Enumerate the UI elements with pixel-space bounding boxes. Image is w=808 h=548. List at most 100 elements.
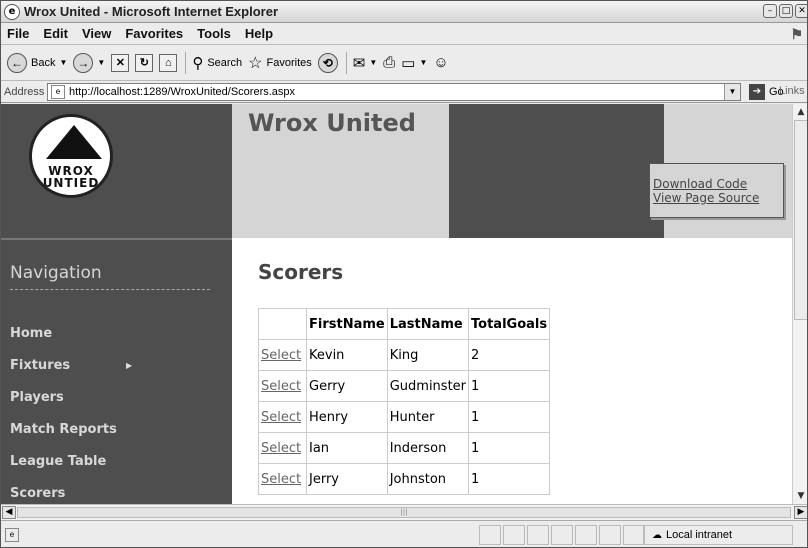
status-panes (479, 525, 645, 545)
cell-firstname: Gerry (306, 370, 388, 402)
menu-view[interactable]: View (75, 26, 118, 41)
messenger-button[interactable]: ☺ (433, 54, 448, 71)
favorites-button[interactable]: ☆ Favorites (248, 53, 312, 73)
mail-button[interactable]: ✉ ▼ (353, 54, 378, 72)
logo-emblem (46, 125, 102, 159)
nav-item-league-table[interactable]: League Table (10, 454, 106, 469)
menu-favorites[interactable]: Favorites (118, 26, 190, 41)
scroll-up-icon[interactable]: ▲ (794, 105, 807, 119)
table-row: Select Kevin King 2 (258, 339, 551, 371)
dropdown-arrow-icon: ▼ (59, 58, 68, 67)
ie-logo-icon: e (4, 3, 20, 20)
edit-icon: ▭ (401, 54, 416, 72)
back-button[interactable]: ← Back ▼ (7, 52, 68, 73)
links-button[interactable]: Links (779, 85, 805, 97)
column-header-firstname: FirstName (306, 308, 388, 340)
maximize-icon[interactable]: □ (779, 4, 793, 18)
logo-area: WROX UNTIED (1, 104, 232, 238)
view-source-link[interactable]: View Page Source (653, 191, 783, 205)
table-row: Select Ian Inderson 1 (258, 432, 551, 464)
vertical-scrollbar[interactable]: ▲ ▼ (792, 104, 807, 504)
refresh-button[interactable]: ↻ (135, 53, 154, 72)
status-bar: e ☁ Local intranet (1, 520, 807, 547)
menu-edit[interactable]: Edit (36, 26, 75, 41)
page-title: Scorers (258, 260, 344, 284)
home-button[interactable]: ⌂ (159, 53, 178, 72)
select-link[interactable]: Select (258, 370, 307, 402)
address-dropdown-icon[interactable]: ▼ (724, 84, 740, 100)
security-zone[interactable]: ☁ Local intranet (643, 525, 793, 545)
scroll-thumb[interactable] (794, 120, 807, 320)
status-pane (551, 525, 573, 545)
search-button[interactable]: ⚲ Search (192, 54, 242, 72)
scroll-left-icon[interactable]: ◀ (2, 506, 16, 519)
search-icon: ⚲ (192, 54, 204, 72)
select-link[interactable]: Select (258, 401, 307, 433)
menu-help[interactable]: Help (238, 26, 280, 41)
menu-tools[interactable]: Tools (190, 26, 238, 41)
refresh-icon: ↻ (135, 53, 154, 72)
toolbar-separator (345, 51, 347, 74)
print-button[interactable]: ⎙ (383, 54, 395, 71)
address-label: Address (4, 85, 45, 98)
status-pane (503, 525, 525, 545)
forward-button[interactable]: → ▼ (73, 52, 105, 73)
scroll-right-icon[interactable]: ▶ (794, 506, 807, 519)
close-icon[interactable]: ✕ (795, 4, 807, 18)
menu-bar: File Edit View Favorites Tools Help ⚑ (1, 23, 807, 45)
page-content: WROX UNTIED Wrox United Download Code Vi… (1, 104, 792, 504)
status-pane (527, 525, 549, 545)
nav-item-players[interactable]: Players (10, 390, 64, 405)
page-icon: e (51, 85, 65, 99)
status-pane (575, 525, 597, 545)
column-header-totalgoals: TotalGoals (468, 308, 551, 340)
nav-item-scorers[interactable]: Scorers (10, 486, 65, 501)
select-link[interactable]: Select (258, 339, 307, 371)
cell-totalgoals: 2 (468, 339, 551, 371)
select-link[interactable]: Select (258, 432, 307, 464)
select-column-header (258, 308, 307, 340)
table-header-row: FirstName LastName TotalGoals (258, 308, 551, 340)
search-label: Search (207, 56, 243, 69)
nav-item-match-reports[interactable]: Match Reports (10, 422, 117, 437)
history-button[interactable]: ⟲ (317, 52, 338, 73)
edit-button[interactable]: ▭ ▼ (401, 54, 427, 72)
nav-item-home[interactable]: Home (10, 326, 52, 341)
wrox-united-logo[interactable]: WROX UNTIED (29, 114, 113, 198)
home-icon: ⌂ (159, 53, 178, 72)
header-links-box: Download Code View Page Source (649, 163, 784, 218)
status-pane (599, 525, 621, 545)
horizontal-scroll-thumb[interactable]: ||| (17, 507, 791, 518)
windows-flag-icon: ⚑ (790, 26, 803, 42)
minimize-icon[interactable]: – (763, 4, 777, 18)
address-input[interactable]: e http://localhost:1289/WroxUnited/Score… (47, 83, 741, 101)
column-header-lastname: LastName (386, 308, 470, 340)
address-bar: Address e http://localhost:1289/WroxUnit… (1, 81, 807, 103)
dropdown-arrow-icon: ▼ (419, 58, 428, 67)
download-code-link[interactable]: Download Code (653, 177, 783, 191)
cell-lastname: Hunter (386, 401, 470, 433)
site-header: Wrox United (232, 104, 664, 238)
site-title: Wrox United (248, 109, 416, 137)
dropdown-arrow-icon: ▼ (369, 58, 378, 67)
go-arrow-icon: ➔ (749, 84, 765, 100)
status-pane (623, 525, 645, 545)
back-label: Back (31, 56, 56, 69)
select-link[interactable]: Select (258, 463, 307, 495)
horizontal-scrollbar[interactable]: ◀ ||| ▶ (1, 504, 807, 520)
table-row: Select Henry Hunter 1 (258, 401, 551, 433)
toolbar-separator (185, 51, 187, 74)
table-row: Select Jerry Johnston 1 (258, 463, 551, 495)
logo-line-2: UNTIED (42, 176, 100, 190)
menu-file[interactable]: File (1, 26, 36, 41)
header-dark-panel (449, 104, 664, 238)
cell-totalgoals: 1 (468, 463, 551, 495)
scorers-table: FirstName LastName TotalGoals Select Kev… (258, 308, 551, 495)
logo-text: WROX UNTIED (32, 165, 110, 189)
forward-arrow-icon: → (73, 52, 94, 73)
stop-button[interactable]: ✕ (111, 53, 130, 72)
navigation-title: Navigation (10, 263, 102, 283)
nav-item-fixtures[interactable]: Fixtures (10, 358, 70, 373)
scroll-down-icon[interactable]: ▼ (794, 489, 807, 503)
history-icon: ⟲ (317, 52, 338, 73)
